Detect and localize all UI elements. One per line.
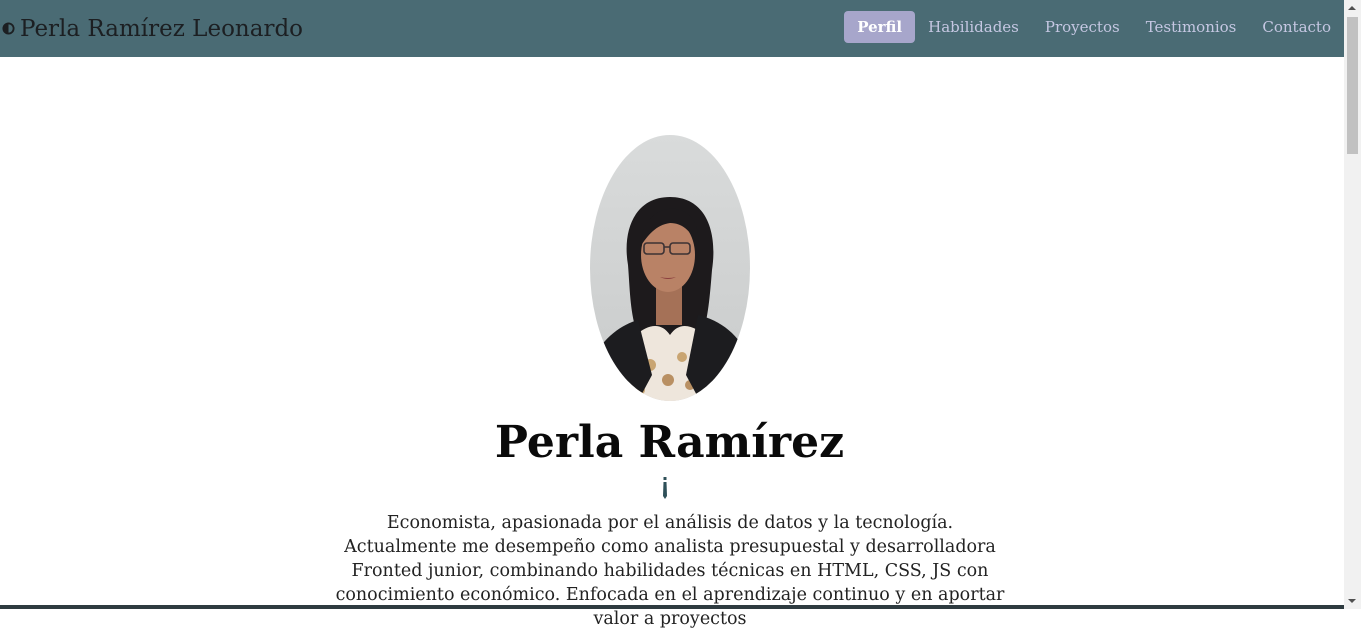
nav-link-perfil[interactable]: Perfil [844, 11, 915, 43]
nav-link-habilidades[interactable]: Habilidades [915, 11, 1032, 43]
nav-link-contacto[interactable]: Contacto [1249, 11, 1344, 43]
half-circle-logo-icon [2, 22, 15, 35]
nav-links: Perfil Habilidades Proyectos Testimonios… [844, 11, 1344, 43]
nav-link-testimonios[interactable]: Testimonios [1133, 11, 1250, 43]
profile-photo-image [590, 135, 750, 401]
bottom-edge-strip [0, 605, 1344, 609]
top-navbar: Perla Ramírez Leonardo Perfil Habilidade… [0, 0, 1344, 57]
scroll-down-arrow-icon[interactable] [1348, 599, 1356, 603]
tie-icon [661, 477, 669, 499]
page-scrollbar[interactable] [1344, 0, 1361, 609]
nav-link-proyectos[interactable]: Proyectos [1032, 11, 1133, 43]
profile-name: Perla Ramírez [0, 415, 1339, 471]
profile-bio: Economista, apasionada por el análisis d… [330, 511, 1010, 631]
scroll-up-arrow-icon[interactable] [1348, 6, 1356, 10]
brand-name: Perla Ramírez Leonardo [20, 16, 303, 42]
profile-photo [590, 135, 750, 401]
scroll-thumb[interactable] [1347, 17, 1358, 154]
brand-link[interactable]: Perla Ramírez Leonardo [2, 16, 303, 42]
